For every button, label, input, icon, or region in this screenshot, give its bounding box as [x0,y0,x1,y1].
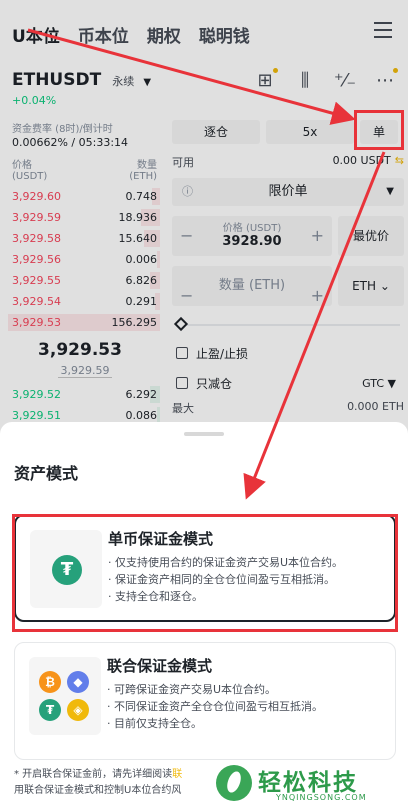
coin-icons: ₿ ◆ ₮ ◈ [39,671,91,723]
watermark-text: 轻松科技 [258,770,358,796]
coin-icon: ◈ [67,699,89,721]
sheet-drag-handle[interactable] [184,432,224,436]
modal-backdrop[interactable] [0,0,408,440]
sheet-title: 资产模式 [14,464,79,483]
annotation-box-single-mode [12,514,398,632]
watermark-subtext: YNQINGSONG.COM [276,793,367,802]
watermark-logo-icon [216,765,252,801]
multi-asset-mode-option[interactable]: ₿ ◆ ₮ ◈ 联合保证金模式 可跨保证金资产交易U本位合约。 不同保证金资产全仓仓位… [14,642,396,760]
watermark: 轻松科技 YNQINGSONG.COM [216,763,402,805]
footnote-text-2: 用联合保证金模式和控制U本位合约风 [14,785,182,796]
footnote-link[interactable]: 联 [172,769,182,780]
multi-mode-desc: 可跨保证金资产交易U本位合约。 [107,681,387,698]
multi-mode-desc: 目前仅支持全仓。 [107,715,387,732]
footnote-text: * 开启联合保证金前，请先详细阅读 [14,769,173,780]
coin-icon: ◆ [67,671,89,693]
multi-mode-title: 联合保证金模式 [107,657,213,675]
coin-icon: ₮ [39,699,61,721]
annotation-box-asset-button [354,110,404,150]
coin-icon: ₿ [39,671,61,693]
multi-mode-desc: 不同保证金资产全仓仓位间盈亏相互抵消。 [107,698,387,715]
multi-asset-icon-box: ₿ ◆ ₮ ◈ [29,657,101,735]
